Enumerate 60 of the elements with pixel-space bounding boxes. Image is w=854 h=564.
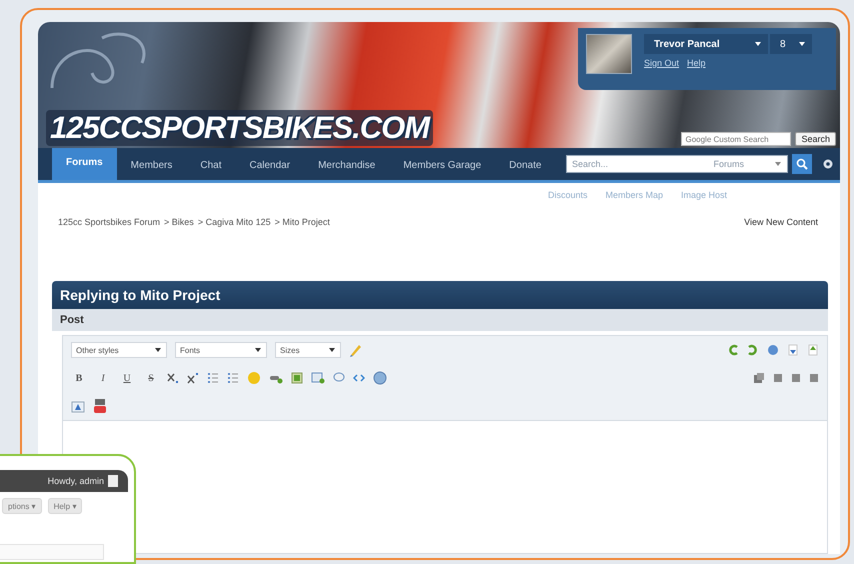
panel-title: Replying to Mito Project: [52, 281, 828, 309]
nav-tab[interactable]: Merchandise: [304, 150, 390, 180]
input-field[interactable]: [0, 544, 104, 560]
breadcrumb-link[interactable]: > Mito Project: [274, 217, 330, 227]
breadcrumb-link[interactable]: > Bikes: [164, 217, 194, 227]
caret-icon: [754, 40, 762, 48]
font-dropdown[interactable]: Sizes: [275, 342, 341, 358]
arrow-up-icon: [807, 344, 819, 356]
caret-icon: [254, 346, 262, 354]
nav-tab[interactable]: Donate: [495, 150, 556, 180]
nav-tab[interactable]: Members: [116, 150, 186, 180]
subscript-icon: [167, 372, 179, 384]
search-button[interactable]: Search: [795, 132, 836, 146]
nav-tab[interactable]: Chat: [186, 150, 236, 180]
breadcrumb-link[interactable]: > Cagiva Mito 125: [198, 217, 271, 227]
user-link[interactable]: Sign Out: [644, 58, 680, 68]
undo-icon: [727, 344, 739, 356]
site-logo[interactable]: 125CCSPORTSBIKES.COM: [46, 110, 434, 146]
format-button[interactable]: U: [119, 370, 135, 386]
search-field[interactable]: Google Custom Search: [681, 132, 792, 146]
format-button[interactable]: S: [143, 370, 159, 386]
arrow-down-icon: [787, 344, 799, 356]
settings-icon: [822, 158, 834, 170]
format-button[interactable]: B: [71, 370, 87, 386]
quote-icon: [333, 372, 345, 384]
paste-icon: [753, 372, 765, 384]
font-dropdown[interactable]: Other styles: [71, 342, 167, 358]
redo-icon: [747, 344, 759, 356]
upload-icon: [71, 399, 85, 413]
user-link[interactable]: Help: [687, 58, 706, 68]
nav-tab[interactable]: Calendar: [235, 150, 304, 180]
globe-icon: [373, 371, 387, 385]
avatar-photo: [586, 34, 632, 74]
nav-tab[interactable]: Members Garage: [389, 150, 496, 180]
user-menu[interactable]: Trevor Pancal: [644, 34, 768, 54]
smiley-icon: [247, 371, 261, 385]
caret-icon: [774, 160, 782, 168]
menu-tab[interactable]: Help ▾: [48, 498, 82, 514]
search-button[interactable]: [792, 154, 812, 174]
menu-tab[interactable]: ptions ▾: [2, 498, 42, 514]
image-icon: [291, 372, 303, 384]
caret-icon: [154, 346, 162, 354]
section-label: Post: [52, 309, 828, 331]
code-icon: [353, 372, 365, 384]
font-dropdown[interactable]: Fonts: [175, 342, 267, 358]
video-icon: [93, 398, 107, 414]
notification-menu[interactable]: 8: [770, 34, 812, 54]
format-button[interactable]: I: [95, 370, 111, 386]
media-icon: [311, 372, 325, 384]
greeting-text: Howdy, admin: [48, 476, 104, 486]
superscript-icon: [187, 372, 199, 384]
bulleted-list-icon: [207, 372, 219, 384]
caret-icon: [328, 346, 336, 354]
view-new-content-link[interactable]: View New Content: [744, 217, 818, 227]
pencil-icon: [349, 343, 363, 357]
breadcrumb-link[interactable]: 125cc Sportsbikes Forum: [58, 217, 160, 227]
search-icon: [796, 158, 808, 170]
nav-tab[interactable]: Forums: [52, 145, 117, 180]
caret-icon: [798, 40, 806, 48]
numbered-list-icon: [227, 372, 239, 384]
